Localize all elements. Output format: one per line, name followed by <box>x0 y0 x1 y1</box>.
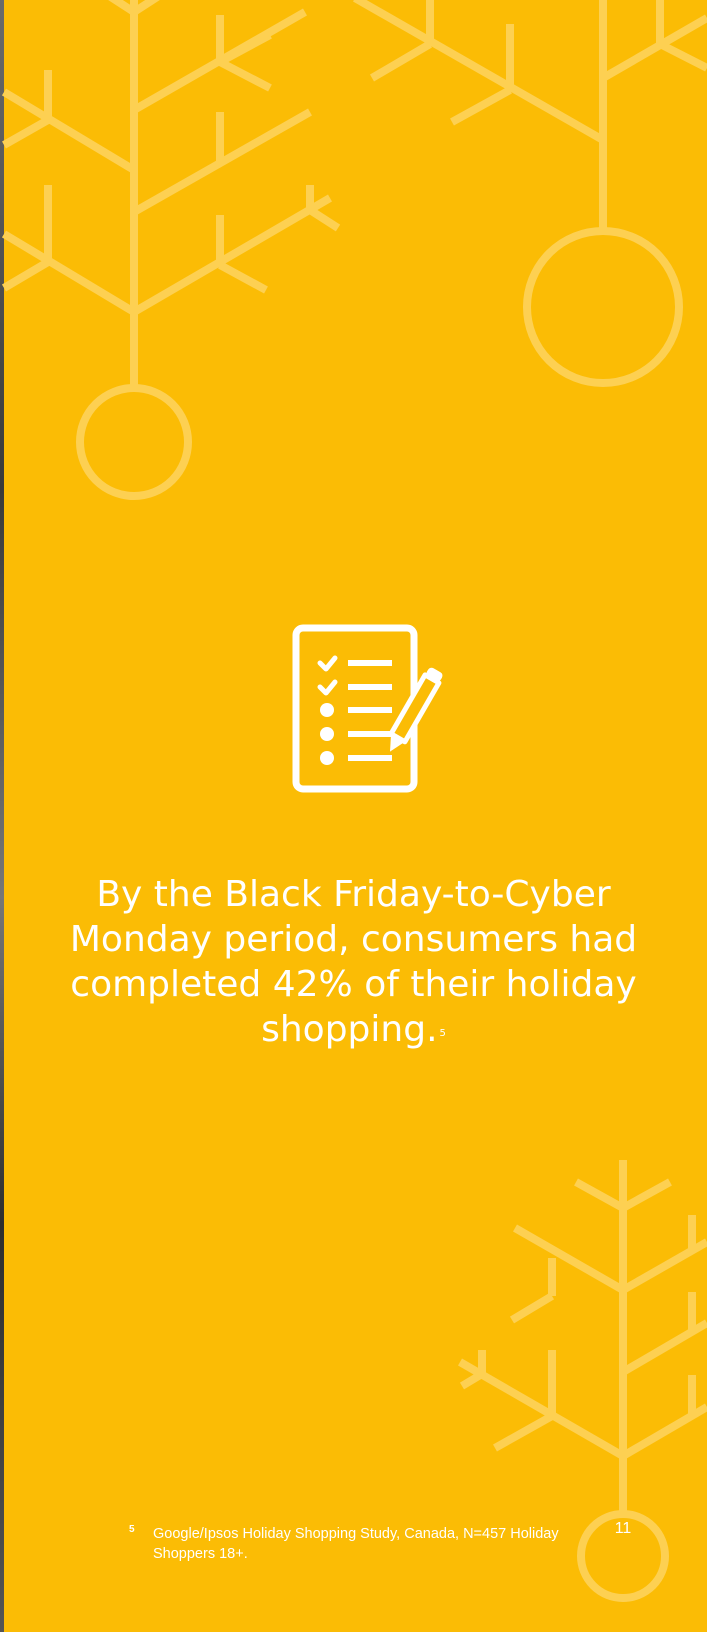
page-number: 11 <box>614 1520 632 1537</box>
ornament-top-left <box>1 0 341 500</box>
checklist-pencil-icon <box>290 622 450 797</box>
footnote-mark: 5 <box>129 1524 135 1535</box>
snowflake-ornament-decorations <box>1 0 707 1602</box>
ornament-top-right <box>353 0 707 387</box>
headline-footnote-ref: 5 <box>439 1028 446 1039</box>
headline-text: By the Black Friday-to-Cyber Monday peri… <box>69 874 638 1050</box>
footnote-text: Google/Ipsos Holiday Shopping Study, Can… <box>153 1526 559 1562</box>
headline-statistic: By the Black Friday-to-Cyber Monday peri… <box>60 872 647 1052</box>
report-page: By the Black Friday-to-Cyber Monday peri… <box>0 0 707 1632</box>
